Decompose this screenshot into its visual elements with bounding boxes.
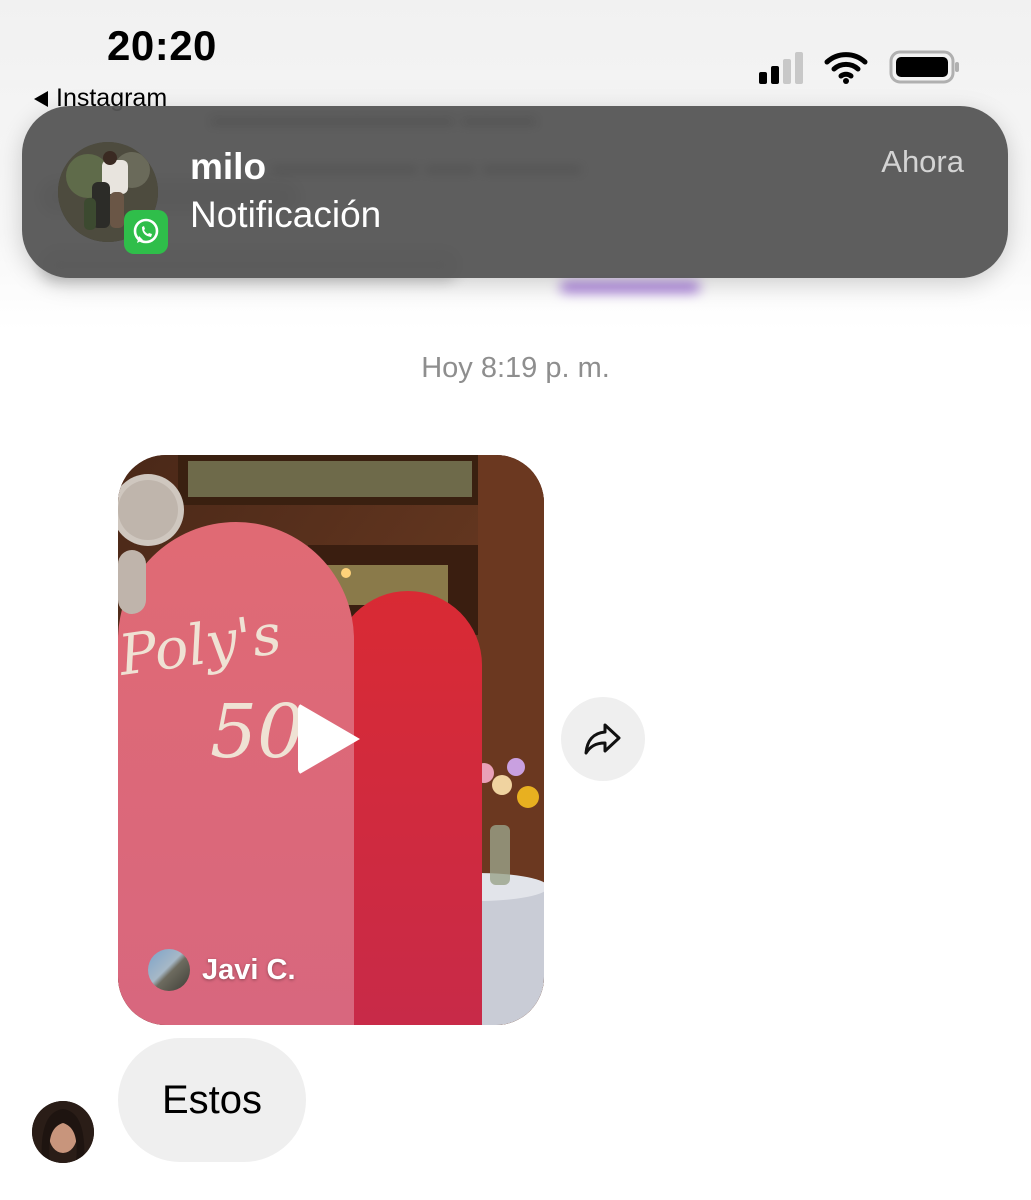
message-bubble[interactable]: Estos	[118, 1038, 307, 1162]
sender-avatar[interactable]	[32, 1101, 94, 1163]
share-arrow-icon	[584, 723, 621, 755]
back-arrow-icon	[34, 90, 48, 107]
blurred-behind-text: ────── ── ────	[272, 150, 580, 188]
play-icon[interactable]	[298, 703, 360, 775]
author-name: Javi C.	[202, 953, 296, 986]
battery-icon	[889, 50, 959, 84]
notification-body: Notificación	[190, 194, 382, 235]
blurred-behind-text: ────────── ───	[212, 106, 535, 140]
author-avatar	[148, 949, 190, 991]
shared-video-card[interactable]: Poly's 50 Javi C.	[118, 455, 544, 1025]
blurred-row	[560, 282, 700, 292]
svg-text:50: 50	[210, 689, 304, 775]
share-button[interactable]	[561, 697, 645, 781]
video-author[interactable]: Javi C.	[148, 949, 296, 991]
notification-time: Ahora	[881, 144, 964, 179]
whatsapp-icon	[124, 210, 168, 254]
instagram-chat-screen: 20:20 Instagram ────────── ─── ────── ──…	[0, 0, 1031, 1200]
status-bar-time: 20:20	[107, 22, 217, 69]
notification-banner[interactable]: ────────── ─── ────── ── ──── milo Notif	[22, 106, 1008, 278]
status-bar-icons	[759, 50, 961, 84]
chat-timestamp: Hoy 8:19 p. m.	[421, 352, 610, 384]
wifi-icon	[824, 52, 868, 84]
cellular-signal-icon	[759, 50, 803, 84]
notification-title: milo	[190, 146, 267, 187]
